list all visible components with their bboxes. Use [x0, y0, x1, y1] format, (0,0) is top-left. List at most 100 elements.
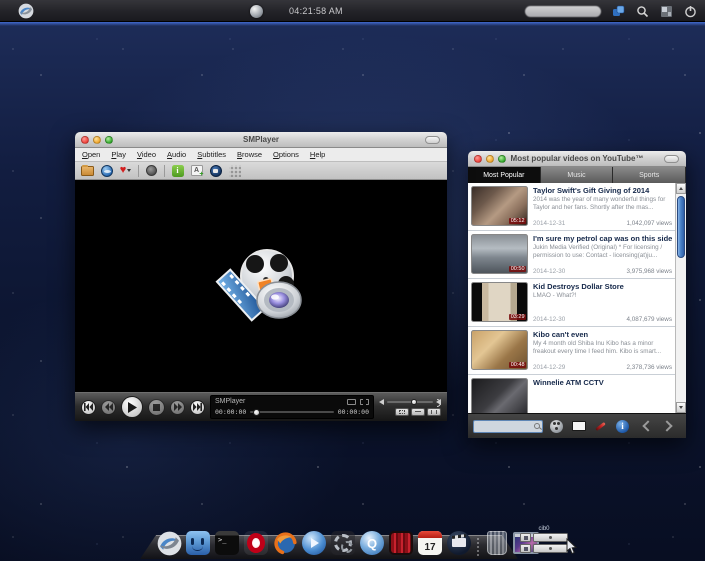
video-list-item[interactable]: 00:50 I'm sure my petrol cap was on this… [468, 231, 675, 279]
scroll-up-button[interactable] [676, 183, 686, 194]
dock-media-player-icon[interactable] [301, 530, 327, 556]
smplayer-titlebar[interactable]: SMPlayer [75, 132, 447, 148]
screen-button[interactable] [570, 419, 587, 434]
video-duration-badge: 00:48 [509, 362, 526, 368]
dock-quicktime-icon[interactable]: Q [359, 530, 385, 556]
smplayer-menubar: Open Play Video Audio Subtitles Browse O… [75, 148, 447, 162]
video-list-item[interactable]: 03:29 Kid Destroys Dollar Store LMAO - W… [468, 279, 675, 327]
info-button[interactable]: i [614, 419, 631, 434]
repeat-icon[interactable] [347, 399, 356, 405]
tab-most-popular[interactable]: Most Popular [468, 167, 541, 183]
close-button[interactable] [81, 136, 89, 144]
menu-subtitles[interactable]: Subtitles [197, 150, 226, 159]
back-button[interactable] [642, 420, 653, 431]
load-subtitles-icon[interactable]: A [190, 164, 203, 177]
screenshot-icon[interactable] [209, 164, 222, 177]
mini-window-button[interactable] [520, 544, 568, 553]
dock-trash-icon[interactable] [484, 530, 510, 556]
play-button[interactable] [121, 396, 143, 418]
stop-button[interactable] [148, 399, 165, 416]
zoom-button[interactable] [498, 155, 506, 163]
youtube-titlebar[interactable]: Most popular videos on YouTube™ [468, 151, 686, 167]
youtube-browser-window: Most popular videos on YouTube™ Most Pop… [468, 151, 686, 438]
dock-system-preferences-icon[interactable] [330, 530, 356, 556]
desktop-wallpaper: SMPlayer Open Play Video Audio Subtitles… [0, 22, 705, 561]
volume-knob[interactable] [411, 399, 417, 405]
video-title[interactable]: Kibo can't even [533, 330, 672, 339]
video-thumbnail[interactable]: 00:50 [471, 234, 528, 274]
video-thumbnail[interactable]: 05:12 [471, 186, 528, 226]
minimize-button[interactable] [486, 155, 494, 163]
video-list-item[interactable]: Winnelie ATM CCTV [468, 375, 675, 413]
previous-button[interactable] [81, 400, 96, 415]
open-file-icon[interactable] [81, 164, 94, 177]
scroll-down-button[interactable] [676, 402, 686, 413]
dock-firefox-browser-icon[interactable] [272, 530, 298, 556]
shuffle-icon[interactable] [360, 399, 369, 405]
information-icon[interactable]: i [171, 164, 184, 177]
scrollbar[interactable] [675, 183, 686, 413]
forward-button[interactable] [170, 400, 185, 415]
notification-sphere-icon[interactable] [250, 5, 263, 18]
video-thumbnail[interactable]: 03:29 [471, 282, 528, 322]
dock-file-manager-icon[interactable] [185, 530, 211, 556]
video-thumbnail[interactable] [471, 378, 528, 413]
fullscreen-button[interactable] [395, 408, 409, 416]
session-switcher-icon[interactable] [612, 5, 625, 18]
video-views: 4,087,679 views [626, 316, 672, 323]
video-description: Jukin Media Verified (Original) * For li… [533, 244, 672, 259]
volume-slider[interactable] [387, 401, 433, 403]
system-menu-logo-icon[interactable] [18, 3, 34, 19]
video-list-item[interactable]: 00:48 Kibo can't even My 4 month old Shi… [468, 327, 675, 375]
record-icon[interactable] [145, 164, 158, 177]
video-title[interactable]: I'm sure my petrol cap was on this side [533, 234, 672, 243]
zoom-button[interactable] [105, 136, 113, 144]
dock-system-logo-icon[interactable] [156, 530, 182, 556]
menu-browse[interactable]: Browse [237, 150, 262, 159]
menu-open[interactable]: Open [82, 150, 100, 159]
video-thumbnail[interactable]: 00:48 [471, 330, 528, 370]
smplayer-control-bar: SMPlayer 00:00:00 00:00:00 [75, 392, 447, 421]
menu-play[interactable]: Play [111, 150, 126, 159]
mini-window-button[interactable] [520, 533, 568, 542]
seek-slider[interactable] [250, 411, 333, 413]
dock-movie-recorder-icon[interactable] [446, 530, 472, 556]
menu-video[interactable]: Video [137, 150, 156, 159]
dock-theater-icon[interactable] [388, 530, 414, 556]
search-input[interactable] [473, 420, 543, 433]
power-icon[interactable] [684, 5, 697, 18]
scrollbar-thumb[interactable] [677, 196, 685, 258]
video-display-area[interactable] [75, 180, 447, 392]
video-list-item[interactable]: 05:12 Taylor Swift's Gift Giving of 2014… [468, 183, 675, 231]
rewind-button[interactable] [101, 400, 116, 415]
forward-button[interactable] [661, 420, 672, 431]
toolbar-toggle-button[interactable] [425, 136, 440, 144]
video-description: LMAO - What?! [533, 292, 672, 307]
mute-button[interactable] [411, 408, 425, 416]
dock-opera-browser-icon[interactable] [243, 530, 269, 556]
toolbar-toggle-button[interactable] [664, 155, 679, 163]
menu-audio[interactable]: Audio [167, 150, 186, 159]
next-button[interactable] [190, 400, 205, 415]
mosaic-icon[interactable] [228, 164, 241, 177]
workspace-icon[interactable] [660, 5, 673, 18]
dock-terminal-icon[interactable]: >_ [214, 530, 240, 556]
dock-calendar-icon[interactable]: 17 [417, 530, 443, 556]
clock[interactable]: 04:21:58 AM [289, 6, 343, 16]
playlist-button[interactable] [427, 408, 441, 416]
tab-music[interactable]: Music [541, 167, 614, 183]
search-icon[interactable] [636, 5, 649, 18]
minimize-button[interactable] [93, 136, 101, 144]
favorites-icon[interactable]: ♥ [119, 164, 132, 177]
tab-sports[interactable]: Sports [613, 167, 686, 183]
close-button[interactable] [474, 155, 482, 163]
open-in-smplayer-button[interactable] [548, 419, 565, 434]
seek-knob[interactable] [253, 409, 260, 416]
video-title[interactable]: Taylor Swift's Gift Giving of 2014 [533, 186, 672, 195]
video-title[interactable]: Winnelie ATM CCTV [533, 378, 672, 387]
tools-button[interactable] [592, 419, 609, 434]
video-title[interactable]: Kid Destroys Dollar Store [533, 282, 672, 291]
open-url-icon[interactable] [100, 164, 113, 177]
menu-help[interactable]: Help [310, 150, 325, 159]
menu-options[interactable]: Options [273, 150, 299, 159]
